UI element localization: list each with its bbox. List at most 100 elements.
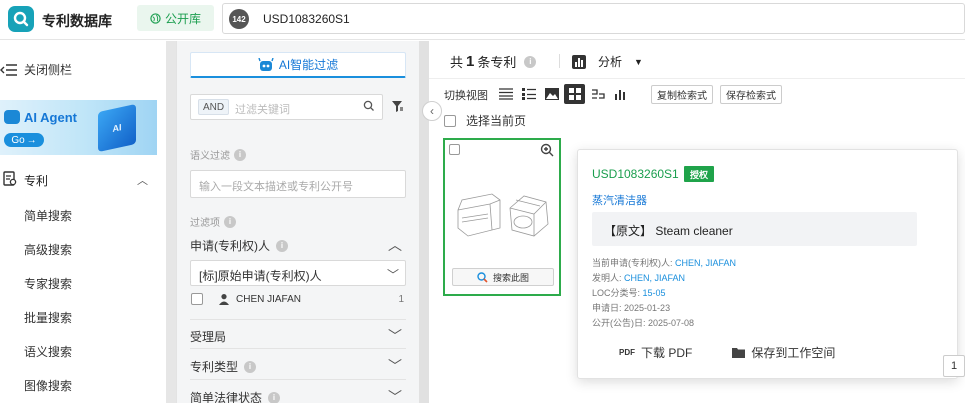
applicant-type-select[interactable]: [标]原始申请(专利权)人 ﹀ (190, 260, 406, 286)
ai-filter-button[interactable]: AI智能过滤 (190, 52, 406, 78)
sidebar-item-expert-search[interactable]: 专家搜索 (24, 275, 72, 292)
info-icon[interactable]: i (276, 239, 288, 252)
status-badge: 授权 (684, 166, 715, 182)
download-pdf-button[interactable]: PDF 下载 PDF (619, 344, 692, 361)
semantic-filter-label-row: 语义过滤 i (190, 147, 246, 162)
divider (429, 78, 965, 79)
ai-agent-title: AI Agent (24, 110, 77, 125)
chevron-down-icon: ﹀ (388, 358, 402, 374)
info-icon[interactable]: i (224, 215, 236, 228)
select-current-page[interactable]: 选择当前页 (444, 112, 526, 129)
info-icon[interactable]: i (524, 55, 537, 68)
close-sidebar-button[interactable]: 关闭侧栏 (0, 61, 72, 78)
search-icon[interactable] (363, 100, 375, 112)
app-title: 专利数据库 (42, 13, 112, 29)
copy-query-button[interactable]: 复制检索式 (651, 85, 713, 104)
patent-result-card[interactable]: 搜索此图 (443, 138, 561, 296)
patent-type-section-label: 专利类型 (190, 360, 239, 374)
current-applicant-row: 当前申请(专利权)人: CHEN, JIAFAN (592, 258, 737, 268)
ai-agent-banner[interactable]: AI Agent Go → AI (0, 100, 157, 155)
robot-icon (4, 110, 20, 124)
applicant-name: CHEN JIAFAN (236, 294, 302, 305)
logic-operator-select[interactable]: AND (198, 99, 230, 115)
zoom-in-icon[interactable] (540, 143, 554, 157)
inventor-row: 发明人: CHEN, JIAFAN (592, 273, 686, 283)
page-number-input[interactable]: 1 (943, 355, 965, 377)
search-input[interactable]: 142 USD1083260S1 (222, 3, 965, 34)
current-applicant[interactable]: CHEN, JIAFAN (675, 258, 736, 268)
sidebar-scrollbar[interactable] (166, 41, 176, 403)
card-checkbox[interactable] (449, 144, 460, 155)
patent-type-section-header[interactable]: 专利类型 i ﹀ (190, 358, 406, 375)
sidebar-item-batch-search[interactable]: 批量搜索 (24, 309, 72, 326)
save-to-workspace-button[interactable]: 保存到工作空间 (732, 344, 835, 361)
semantic-filter-input[interactable]: 输入一段文本描述或专利公开号 (190, 170, 406, 198)
publication-date: 2025-07-08 (648, 318, 695, 328)
results-area: 共 1 条专利 i 分析 ▼ 切换视图 复制检索式 保存检索式 选择当前页 搜索… (429, 41, 965, 403)
inventor[interactable]: CHEN, JIAFAN (624, 273, 685, 283)
filing-date-row: 申请日: 2025-01-23 (592, 303, 671, 313)
semantic-filter-placeholder: 输入一段文本描述或专利公开号 (199, 181, 353, 193)
list-view-icon[interactable] (495, 84, 516, 104)
legal-status-section-label: 简单法律状态 (190, 391, 263, 403)
sidebar-item-advanced-search[interactable]: 高级搜索 (24, 241, 72, 258)
results-total: 1 (466, 53, 475, 70)
keyword-filter-placeholder: 过滤关键词 (235, 104, 290, 116)
chart-view-icon[interactable] (610, 84, 631, 104)
filter-items-label-row: 过滤项 i (190, 214, 236, 229)
ai-cube-icon: AI (98, 103, 136, 153)
popup-actions: PDF 下载 PDF 保存到工作空间 (619, 344, 835, 361)
applicant-count: 1 (398, 294, 404, 305)
loc-class-row: LOC分类号: 15-05 (592, 288, 666, 298)
applicant-checkbox[interactable] (191, 293, 203, 305)
globe-icon (150, 12, 161, 24)
analysis-dropdown[interactable]: 分析 ▼ (572, 53, 643, 70)
arrow-right-icon: → (26, 134, 37, 146)
filter-items-label: 过滤项 (190, 218, 220, 229)
filter-settings-icon[interactable] (391, 100, 404, 113)
applicant-option[interactable]: CHEN JIAFAN 1 (190, 292, 406, 308)
database-selector[interactable]: 公开库 (137, 5, 214, 31)
info-icon[interactable]: i (244, 360, 257, 373)
info-icon[interactable]: i (268, 391, 281, 403)
view-switch-label: 切换视图 (444, 90, 488, 102)
ai-robot-icon (258, 57, 274, 71)
legal-status-section-header[interactable]: 简单法律状态 i ﹀ (190, 389, 406, 403)
select-page-checkbox[interactable] (444, 114, 456, 127)
caret-down-icon: ▼ (634, 56, 643, 67)
office-section-header[interactable]: 受理局 ﹀ (190, 328, 406, 345)
close-sidebar-label: 关闭侧栏 (24, 63, 73, 77)
patent-title[interactable]: 蒸汽清洁器 (592, 192, 647, 208)
search-this-image-label: 搜索此图 (492, 272, 529, 283)
original-title-box: 【原文】 Steam cleaner (592, 212, 917, 246)
sidebar-item-semantic-search[interactable]: 语义搜索 (24, 343, 72, 360)
collapse-left-icon (0, 63, 17, 76)
ai-agent-go-button[interactable]: Go → (4, 133, 44, 147)
grid-view-icon[interactable] (564, 84, 585, 104)
patent-drawing (457, 193, 549, 237)
ai-filter-label: AI智能过滤 (278, 58, 339, 72)
query-count-badge[interactable]: 142 (229, 9, 249, 29)
detail-list-view-icon[interactable] (518, 84, 539, 104)
chevron-up-icon: ︿ (137, 175, 148, 187)
chevron-down-icon: ﹀ (388, 389, 402, 403)
app-logo-icon[interactable] (8, 6, 34, 32)
divider (190, 348, 406, 349)
applicant-section-header[interactable]: 申请(专利权)人 i ︿ (190, 237, 406, 254)
select-page-label: 选择当前页 (466, 114, 527, 128)
sidebar-item-simple-search[interactable]: 简单搜索 (24, 207, 72, 224)
sidebar-item-image-search[interactable]: 图像搜索 (24, 377, 72, 394)
save-query-button[interactable]: 保存检索式 (720, 85, 782, 104)
compare-view-icon[interactable] (587, 84, 608, 104)
keyword-filter-input[interactable]: AND 过滤关键词 (190, 94, 383, 120)
loc-class[interactable]: 15-05 (643, 288, 666, 298)
image-view-icon[interactable] (541, 84, 562, 104)
chevron-left-icon: ‹ (430, 104, 434, 118)
patent-number[interactable]: USD1083260S1 (592, 167, 679, 181)
filter-panel-scrollbar[interactable] (419, 41, 429, 403)
info-icon[interactable]: i (234, 148, 246, 161)
results-count: 共 1 条专利 i (450, 52, 537, 71)
search-this-image-button[interactable]: 搜索此图 (452, 268, 554, 286)
search-query-text[interactable]: USD1083260S1 (263, 12, 350, 26)
collapse-filter-button[interactable]: ‹ (422, 101, 442, 121)
